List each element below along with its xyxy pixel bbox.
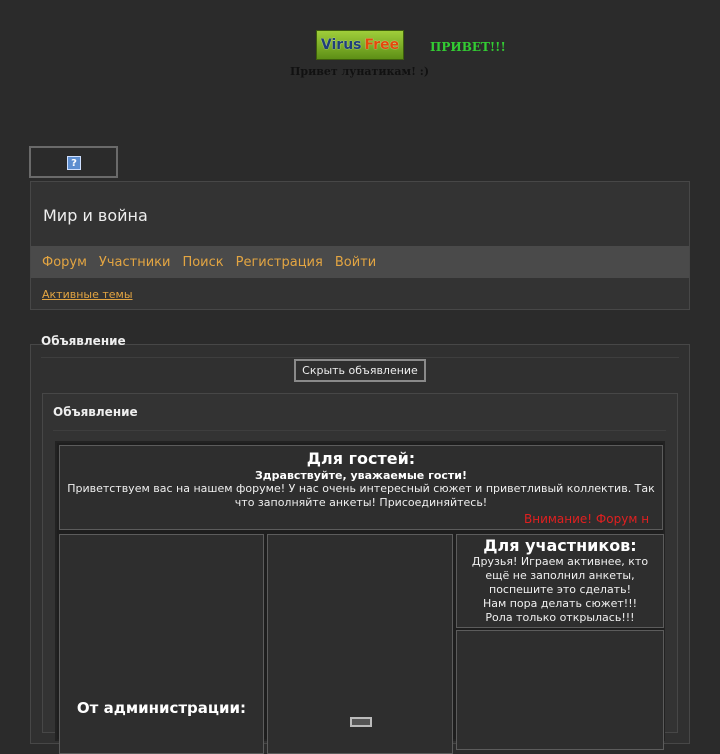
announcement-table: Для гостей: Здравствуйте, уважаемые гост…: [55, 441, 665, 754]
guests-cell: Для гостей: Здравствуйте, уважаемые гост…: [59, 445, 663, 530]
forum-header: Мир и война Форум Участники Поиск Регист…: [30, 181, 690, 310]
announcement-divider: [41, 357, 679, 358]
nav-login[interactable]: Войти: [335, 255, 376, 270]
broken-image-icon: [350, 717, 372, 727]
virus-word: Virus: [320, 37, 362, 53]
members-line-2: Нам пора делать сюжет!!!: [482, 597, 638, 610]
members-extra-cell: [456, 630, 664, 750]
free-word: Free: [364, 37, 400, 53]
forum-title: Мир и война: [43, 206, 148, 225]
privet-text: ПРИВЕТ!!!: [430, 40, 506, 54]
members-title: Для участников:: [483, 536, 637, 555]
guests-title: Для гостей:: [306, 449, 416, 468]
members-line-3: Рола только открылась!!!: [485, 611, 635, 624]
nav-forum[interactable]: Форум: [42, 255, 87, 270]
announcement-heading: Объявление: [41, 334, 126, 348]
admin-cell: От администрации:: [59, 534, 264, 754]
announcement-inner-title: Объявление: [53, 405, 138, 419]
virus-free-badge: Virus Free: [316, 30, 404, 60]
nav-register[interactable]: Регистрация: [236, 255, 323, 270]
announcement-inner-divider: [53, 430, 666, 431]
main-navigation: Форум Участники Поиск Регистрация Войти: [31, 246, 689, 278]
admin-title: От администрации:: [76, 699, 247, 717]
greeting-lunatics: Привет лунатикам! :): [290, 65, 430, 78]
members-cell: Для участников: Друзья! Играем активнее,…: [456, 534, 664, 628]
alert-marquee: Внимание! Форум н: [524, 512, 650, 526]
members-line-1: Друзья! Играем активнее, кто ещё не запо…: [471, 555, 649, 596]
nav-search[interactable]: Поиск: [182, 255, 223, 270]
active-topics-link[interactable]: Активные темы: [42, 288, 133, 301]
image-cell: [267, 534, 453, 754]
guests-body: Приветствуем вас на нашем форуме! У нас …: [67, 482, 655, 509]
guests-greeting: Здравствуйте, уважаемые гости!: [254, 469, 468, 482]
nav-members[interactable]: Участники: [99, 255, 171, 270]
hide-announcement-button[interactable]: Скрыть объявление: [294, 359, 426, 382]
help-box: ?: [29, 146, 118, 178]
help-icon[interactable]: ?: [67, 156, 81, 170]
